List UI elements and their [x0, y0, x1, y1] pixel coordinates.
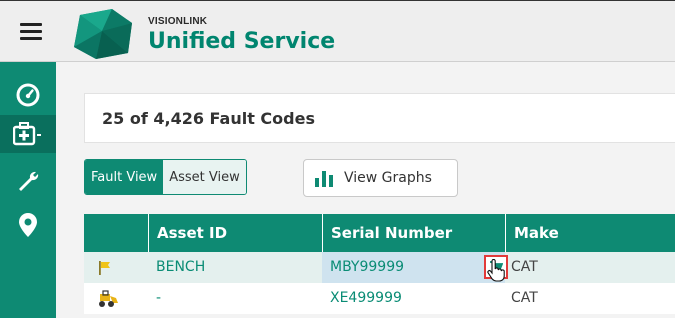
main-content: 25 of 4,426 Fault Codes Fault View Asset… [56, 62, 675, 318]
asset-id-cell[interactable]: BENCH [148, 252, 322, 283]
medical-kit-icon [13, 122, 41, 146]
shopping-cart-icon [490, 260, 503, 273]
column-header-make[interactable]: Make [505, 214, 675, 252]
make-cell: CAT [511, 259, 538, 275]
asset-id-cell[interactable]: - [148, 283, 322, 314]
map-pin-icon [19, 213, 37, 237]
app-title: Unified Service [148, 29, 336, 54]
visionlink-logo [74, 9, 132, 59]
table-header: Asset ID Serial Number Make [84, 214, 675, 252]
column-header-serial-number[interactable]: Serial Number [322, 214, 505, 252]
serial-number-cell[interactable]: MBY99999 [322, 252, 505, 283]
asset-view-button[interactable]: Asset View [163, 160, 246, 194]
fault-count-label: 25 of 4,426 Fault Codes [102, 109, 315, 128]
row-icon-cell [84, 252, 148, 283]
row-icon-cell [84, 283, 148, 314]
summary-card: 25 of 4,426 Fault Codes [84, 93, 675, 143]
app-header: VISIONLINK Unified Service [0, 1, 675, 62]
brand-small-label: VISIONLINK [148, 16, 208, 27]
table-row[interactable]: - XE499999 CAT [84, 283, 675, 314]
sidebar-item-dashboard[interactable] [0, 76, 56, 114]
view-graphs-button[interactable]: View Graphs [303, 159, 458, 197]
column-header-icon [84, 214, 148, 252]
sidebar-item-maintenance[interactable] [0, 162, 56, 200]
fault-table: Asset ID Serial Number Make BENCH MBY999… [84, 214, 675, 314]
table-row[interactable]: BENCH MBY99999 CAT [84, 252, 675, 283]
wrench-icon [19, 171, 39, 191]
fault-view-button[interactable]: Fault View [85, 160, 164, 194]
loader-machine-icon [99, 290, 118, 307]
bar-chart-icon [315, 171, 333, 187]
left-sidebar [0, 62, 56, 318]
hamburger-menu-icon[interactable] [20, 23, 42, 41]
column-header-asset-id[interactable]: Asset ID [148, 214, 322, 252]
make-cell: CAT [511, 290, 538, 306]
sidebar-item-service[interactable] [0, 115, 56, 153]
view-graphs-label: View Graphs [344, 170, 432, 186]
dashboard-icon [16, 83, 40, 107]
sidebar-item-map[interactable] [0, 206, 56, 244]
flag-icon [99, 261, 110, 275]
serial-number-cell[interactable]: XE499999 [322, 283, 505, 314]
view-toggle: Fault View Asset View [84, 159, 247, 195]
